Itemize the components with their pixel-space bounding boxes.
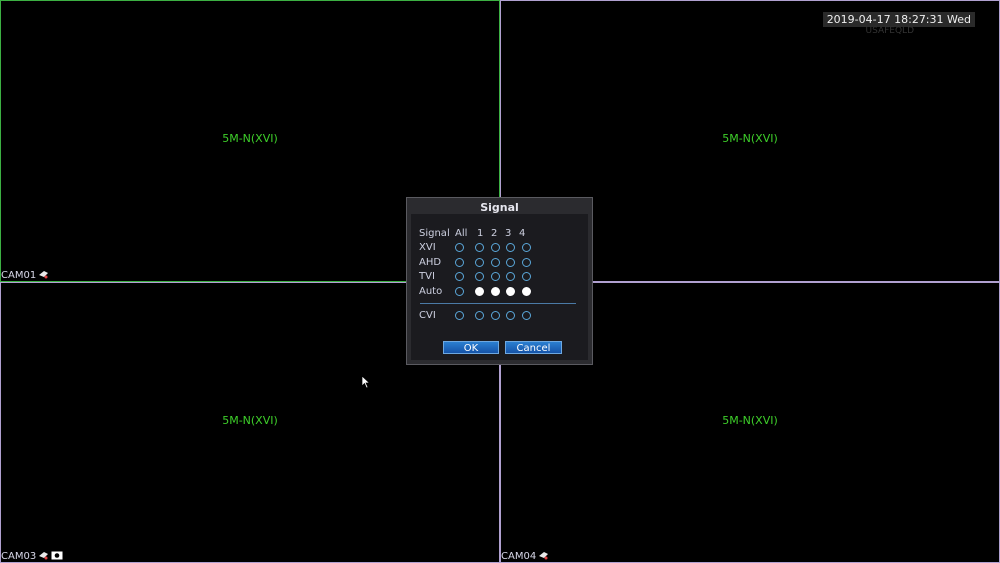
signal-row-tvi: TVI xyxy=(419,269,537,283)
camera-name-label: CAM03 xyxy=(1,550,63,563)
radio-channel-2[interactable] xyxy=(490,310,500,320)
signal-row-ahd: AHD xyxy=(419,255,537,269)
motion-icon xyxy=(38,550,49,563)
signal-type-label: AHD xyxy=(419,256,442,268)
radio-channel-4[interactable] xyxy=(521,242,531,252)
radio-all[interactable] xyxy=(455,310,464,320)
radio-channel-1[interactable] xyxy=(475,242,484,252)
radio-channel-3[interactable] xyxy=(506,310,515,320)
radio-channel-1[interactable] xyxy=(475,310,484,320)
signal-header-row: Signal All 1 2 3 4 xyxy=(419,226,533,240)
radio-channel-4[interactable] xyxy=(521,310,531,320)
radio-channel-1[interactable] xyxy=(475,271,484,281)
datetime-subtext: USAFEQLD xyxy=(865,26,914,36)
signal-dialog: Signal Signal All 1 2 3 4 XVI AHD TVI Auto … xyxy=(406,197,593,365)
radio-channel-2[interactable] xyxy=(490,271,500,281)
datetime-overlay: 2019-04-17 18:27:31 Wed xyxy=(822,12,975,27)
record-icon xyxy=(51,551,63,563)
radio-channel-2[interactable] xyxy=(490,242,500,252)
motion-icon xyxy=(38,269,49,282)
radio-channel-4[interactable] xyxy=(521,271,531,281)
ok-button[interactable]: OK xyxy=(443,341,499,354)
radio-channel-1[interactable] xyxy=(475,286,484,296)
radio-channel-3[interactable] xyxy=(506,242,515,252)
motion-icon xyxy=(538,550,549,563)
dialog-title: Signal xyxy=(480,201,519,214)
signal-row-xvi: XVI xyxy=(419,240,537,254)
signal-row-cvi: CVI xyxy=(419,308,537,322)
signal-row-auto: Auto xyxy=(419,284,537,298)
signal-format-label: 5M-N(XVI) xyxy=(222,414,278,427)
signal-format-label: 5M-N(XVI) xyxy=(722,132,778,145)
radio-channel-3[interactable] xyxy=(506,286,515,296)
radio-channel-4[interactable] xyxy=(521,286,531,296)
radio-all[interactable] xyxy=(455,257,464,267)
cancel-button[interactable]: Cancel xyxy=(505,341,562,354)
radio-all[interactable] xyxy=(455,286,464,296)
signal-format-label: 5M-N(XVI) xyxy=(722,414,778,427)
radio-channel-3[interactable] xyxy=(506,271,515,281)
header-channel-2: 2 xyxy=(491,227,498,239)
header-channel-4: 4 xyxy=(519,227,526,239)
separator-line xyxy=(420,303,576,304)
mouse-cursor-icon xyxy=(361,374,371,393)
signal-format-label: 5M-N(XVI) xyxy=(222,132,278,145)
radio-channel-2[interactable] xyxy=(490,286,500,296)
radio-channel-4[interactable] xyxy=(521,257,531,267)
header-signal-label: Signal xyxy=(419,227,450,239)
radio-all[interactable] xyxy=(455,242,464,252)
radio-all[interactable] xyxy=(455,271,464,281)
radio-channel-1[interactable] xyxy=(475,257,484,267)
radio-channel-2[interactable] xyxy=(490,257,500,267)
radio-channel-3[interactable] xyxy=(506,257,515,267)
header-all-label: All xyxy=(455,227,468,239)
signal-type-label: XVI xyxy=(419,241,436,253)
camera-name-label: CAM04 xyxy=(501,550,549,563)
header-channel-1: 1 xyxy=(477,227,484,239)
header-channel-3: 3 xyxy=(505,227,512,239)
signal-type-label: Auto xyxy=(419,285,443,297)
signal-type-label: TVI xyxy=(419,270,435,282)
signal-type-label: CVI xyxy=(419,309,436,321)
camera-name-label: CAM01 xyxy=(1,269,49,282)
